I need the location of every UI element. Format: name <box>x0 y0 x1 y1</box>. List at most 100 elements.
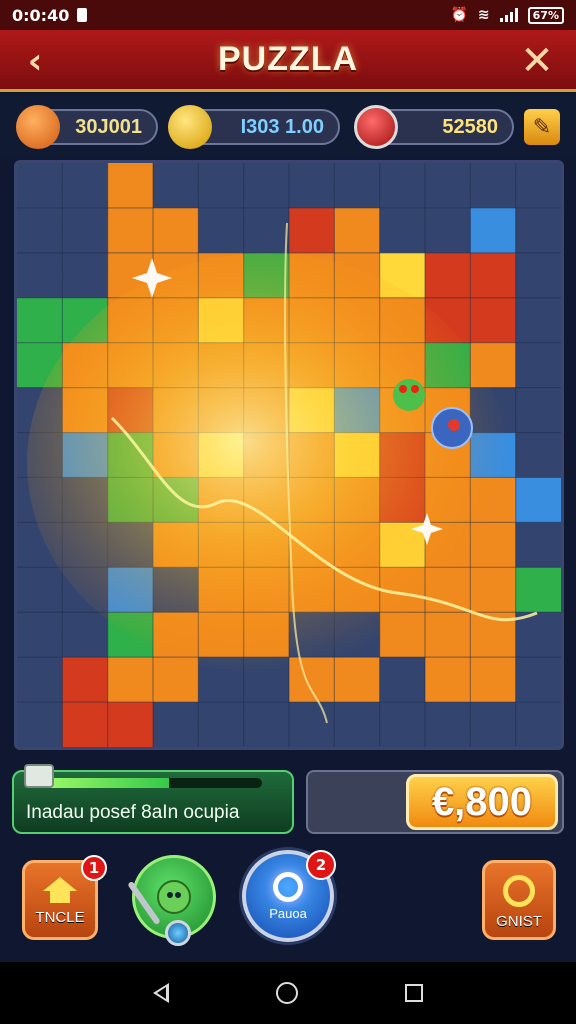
resource-fruit[interactable]: 30J001 <box>16 105 158 149</box>
objective-text: Inadau posef 8aIn ocupia <box>26 802 240 823</box>
puzzle-piece[interactable] <box>107 163 154 209</box>
ring-icon <box>503 874 535 907</box>
puzzle-piece[interactable] <box>515 567 561 613</box>
puzzle-piece[interactable] <box>62 252 109 299</box>
alarm-icon: ⏰ <box>450 7 468 23</box>
home-button[interactable]: 1 TNCLE <box>22 855 107 940</box>
nav-recents-icon[interactable] <box>404 984 423 1002</box>
puzzle-piece[interactable] <box>379 163 426 209</box>
signal-icon <box>499 8 518 22</box>
puzzle-piece[interactable] <box>289 207 335 254</box>
puzzle-piece[interactable] <box>334 702 381 747</box>
puzzle-piece[interactable] <box>515 477 561 523</box>
puzzle-piece[interactable] <box>107 207 154 254</box>
home-notification-badge: 1 <box>81 855 107 881</box>
resource-hearts[interactable]: 52580 <box>354 105 514 149</box>
puzzle-piece[interactable] <box>17 612 63 658</box>
puzzle-piece[interactable] <box>425 163 471 209</box>
back-button[interactable]: ‹ <box>14 40 56 82</box>
puzzle-piece[interactable] <box>515 657 561 703</box>
puzzle-piece[interactable] <box>334 207 381 254</box>
puzzle-piece[interactable] <box>198 207 245 254</box>
puzzle-piece[interactable] <box>153 657 199 703</box>
puzzle-piece[interactable] <box>425 207 471 254</box>
puzzle-board[interactable] <box>14 160 564 750</box>
status-time: 0:0:40 <box>12 5 70 25</box>
puzzle-piece[interactable] <box>62 163 109 209</box>
power-button[interactable]: 2 Pauoa <box>242 850 336 942</box>
objective-panel: Inadau posef 8aIn ocupia <box>12 764 294 834</box>
puzzle-piece[interactable] <box>470 567 517 613</box>
puzzle-grid[interactable] <box>17 163 561 747</box>
puzzle-piece[interactable] <box>470 252 517 299</box>
resource-coins[interactable]: I303 1.00 <box>168 105 340 149</box>
puzzle-piece[interactable] <box>515 207 561 254</box>
nav-home-icon[interactable] <box>275 982 298 1004</box>
nav-back-icon[interactable] <box>153 983 170 1003</box>
puzzle-piece[interactable] <box>243 702 290 747</box>
sim-card-icon <box>77 8 88 22</box>
puzzle-piece[interactable] <box>107 657 154 703</box>
puzzle-piece[interactable] <box>62 207 109 254</box>
puzzle-piece[interactable] <box>515 387 561 434</box>
puzzle-piece[interactable] <box>243 207 290 254</box>
puzzle-piece[interactable] <box>17 702 63 747</box>
puzzle-piece[interactable] <box>17 657 63 703</box>
puzzle-piece[interactable] <box>379 702 426 747</box>
puzzle-piece[interactable] <box>17 297 63 344</box>
puzzle-piece[interactable] <box>17 163 63 209</box>
puzzle-piece[interactable] <box>470 297 517 344</box>
puzzle-piece[interactable] <box>289 163 335 209</box>
puzzle-piece[interactable] <box>289 702 335 747</box>
puzzle-piece[interactable] <box>107 702 154 747</box>
chevron-left-icon: ‹ <box>27 40 43 82</box>
puzzle-piece[interactable] <box>334 163 381 209</box>
puzzle-piece[interactable] <box>470 657 517 703</box>
puzzle-piece[interactable] <box>379 207 426 254</box>
puzzle-piece[interactable] <box>17 207 63 254</box>
quest-button-label: GNIST <box>496 912 542 930</box>
puzzle-piece[interactable] <box>515 702 561 747</box>
puzzle-piece[interactable] <box>62 612 109 658</box>
puzzle-piece[interactable] <box>470 163 517 209</box>
gold-coin-face-icon <box>168 105 212 149</box>
power-ring-icon <box>273 871 303 902</box>
puzzle-piece[interactable] <box>515 432 561 478</box>
resource-fruit-value: 30J001 <box>75 115 142 138</box>
puzzle-piece[interactable] <box>153 163 199 209</box>
puzzle-piece[interactable] <box>425 702 471 747</box>
puzzle-piece[interactable] <box>515 252 561 299</box>
puzzle-piece[interactable] <box>515 342 561 389</box>
power-notification-badge: 2 <box>306 850 336 880</box>
resource-coins-value: I303 1.00 <box>240 115 324 138</box>
puzzle-piece[interactable] <box>243 163 290 209</box>
puzzle-piece[interactable] <box>379 657 426 703</box>
puzzle-piece[interactable] <box>17 567 63 613</box>
crate-icon <box>24 764 54 788</box>
edit-button[interactable]: ✎ <box>524 109 560 145</box>
puzzle-piece[interactable] <box>470 702 517 747</box>
puzzle-piece[interactable] <box>17 252 63 299</box>
puzzle-piece[interactable] <box>153 207 199 254</box>
puzzle-piece[interactable] <box>153 702 199 747</box>
puzzle-piece[interactable] <box>515 297 561 344</box>
puzzle-piece[interactable] <box>425 657 471 703</box>
title-bar: ‹ PUZZLA ✕ <box>0 30 576 92</box>
close-button[interactable]: ✕ <box>516 38 558 84</box>
puzzle-piece[interactable] <box>515 522 561 568</box>
puzzle-piece[interactable] <box>62 702 109 747</box>
puzzle-piece[interactable] <box>425 612 471 658</box>
quest-button[interactable]: GNIST <box>482 860 556 940</box>
house-icon <box>43 876 77 903</box>
character-button[interactable] <box>127 855 216 946</box>
puzzle-piece[interactable] <box>425 252 471 299</box>
puzzle-piece[interactable] <box>334 657 381 703</box>
puzzle-piece[interactable] <box>198 702 245 747</box>
puzzle-piece[interactable] <box>62 657 109 703</box>
wrench-icon <box>127 880 161 926</box>
status-bar: 0:0:40 ⏰ ≋ 67% <box>0 0 576 30</box>
puzzle-piece[interactable] <box>470 207 517 254</box>
wifi-icon: ≋ <box>477 7 490 23</box>
puzzle-piece[interactable] <box>198 163 245 209</box>
puzzle-piece[interactable] <box>515 163 561 209</box>
